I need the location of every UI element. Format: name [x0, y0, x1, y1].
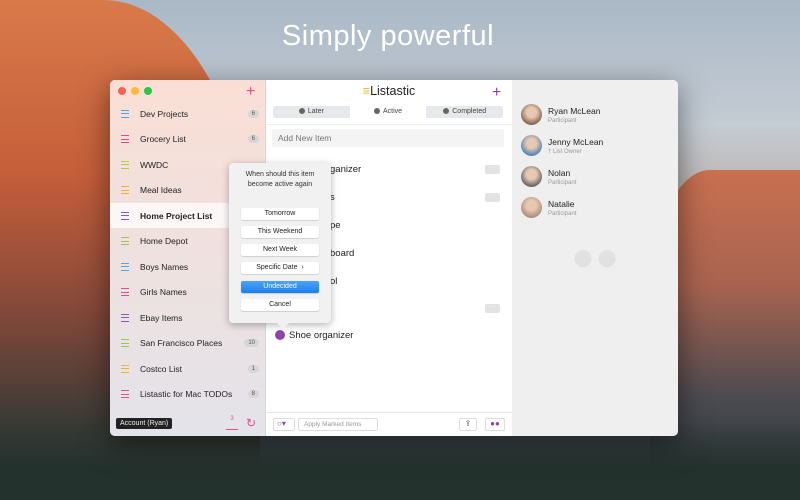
apply-marked-button[interactable]: Apply Marked Items	[298, 418, 378, 431]
sidebar-item-label: Girls Names	[140, 287, 187, 297]
item-count-badge: 1	[247, 364, 259, 373]
sidebar-item[interactable]: Grocery List 6	[110, 127, 266, 152]
close-button[interactable]	[118, 87, 126, 95]
avatar	[521, 104, 542, 125]
avatar	[521, 135, 542, 156]
logo-icon: ≡	[362, 84, 371, 98]
tab-completed[interactable]: Completed	[426, 106, 503, 118]
zoom-button[interactable]	[144, 87, 152, 95]
sidebar-item-label: Home Project List	[140, 210, 213, 221]
list-icon	[119, 313, 129, 322]
item-count-badge: 10	[244, 339, 259, 347]
list-icon	[119, 390, 129, 399]
participant[interactable]: Nolan Participant	[521, 166, 576, 187]
sidebar-item-label: Dev Projects	[140, 108, 189, 119]
participants-icon[interactable]: ●●	[485, 418, 505, 431]
check-icon	[443, 108, 450, 114]
refresh-icon[interactable]: ↻	[246, 416, 256, 430]
sidebar-item[interactable]: San Francisco Places 10	[110, 331, 266, 356]
item-more-button[interactable]: ···	[485, 192, 500, 202]
app-title: ≡Listastic	[362, 84, 416, 98]
sidebar-item[interactable]: Dev Projects 6	[110, 101, 266, 126]
list-icon	[119, 364, 129, 373]
tab-later[interactable]: Later	[273, 106, 350, 118]
option-tomorrow[interactable]: Tomorrow	[241, 208, 319, 220]
sidebar-item-label: WWDC	[140, 159, 169, 170]
sidebar-item-label: San Francisco Places	[140, 338, 223, 348]
add-item-button[interactable]: +	[492, 85, 501, 101]
list-icon	[119, 135, 129, 144]
participant-name: Natalie	[548, 198, 575, 209]
list-item[interactable]: Shoe organizer	[289, 330, 353, 341]
option-specific-date[interactable]: Specific Date ›	[241, 262, 319, 274]
participant[interactable]: Jenny McLean † List Owner	[521, 135, 603, 156]
item-count-badge: 6	[247, 109, 259, 118]
minimize-button[interactable]	[131, 87, 139, 95]
list-icon	[119, 109, 129, 118]
item-more-button[interactable]: ···	[485, 303, 500, 313]
list-item[interactable]: board	[330, 248, 354, 259]
sidebar-item-label: Home Depot	[140, 236, 188, 246]
list-item[interactable]: ganizer	[330, 164, 361, 175]
reschedule-popover: When should this item become active agai…	[229, 163, 331, 329]
app-window: + Dev Projects 6 Grocery List 6 WWDC Meal Ide…	[110, 80, 678, 436]
mark-selector[interactable]: ○▾	[273, 418, 295, 431]
participant-role: Participant	[548, 210, 577, 217]
tab-active[interactable]: Active	[349, 106, 427, 118]
window-controls	[118, 87, 152, 95]
cancel-button[interactable]: Cancel	[241, 299, 319, 311]
sidebar-item[interactable]: Costco List 1	[110, 356, 266, 381]
active-icon	[373, 108, 380, 114]
sidebar-item-label: Meal Ideas	[140, 185, 182, 195]
list-item[interactable]: pe	[330, 220, 341, 231]
participant-name: Ryan McLean	[548, 105, 601, 116]
clock-icon	[298, 108, 305, 114]
item-count-badge: 8	[247, 390, 259, 398]
share-icon[interactable]: ⇪	[459, 418, 477, 431]
list-icon	[119, 237, 129, 246]
sidebar-item-label: Ebay Items	[140, 312, 183, 323]
sidebar-item-label: Boys Names	[140, 261, 189, 272]
item-count-badge: 6	[247, 135, 259, 143]
list-icon	[119, 262, 129, 271]
list-icon	[119, 211, 129, 220]
participant-name: Jenny McLean	[548, 136, 604, 147]
option-undecided[interactable]: Undecided	[241, 281, 319, 293]
add-item-input[interactable]	[272, 129, 504, 147]
group-watermark-icon: ●●	[570, 235, 620, 279]
participant-role: Participant	[548, 117, 577, 124]
participant-role: † List Owner	[548, 148, 582, 155]
participant-role: Participant	[548, 179, 577, 186]
list-icon	[119, 186, 129, 195]
option-this-weekend[interactable]: This Weekend	[241, 226, 319, 238]
inbox-button[interactable]: 3	[226, 416, 238, 430]
sidebar-item-label: Costco List	[140, 363, 183, 374]
item-more-button[interactable]: ···	[485, 164, 500, 174]
list-item[interactable]: ol	[330, 276, 337, 287]
chevron-right-icon: ›	[301, 264, 304, 271]
participant[interactable]: Natalie Participant	[521, 197, 576, 218]
list-icon	[119, 339, 129, 348]
sidebar-item-label: Grocery List	[140, 134, 186, 144]
status-tabs: Later Active Completed	[273, 106, 503, 118]
headline: Simply powerful	[281, 20, 495, 52]
list-icon	[119, 160, 129, 169]
participant-name: Nolan	[548, 167, 571, 178]
list-footer: ○▾ Apply Marked Items ⇪ ●●	[266, 412, 512, 436]
list-icon	[119, 288, 129, 297]
account-button[interactable]: Account (Ryan)	[116, 418, 173, 429]
popover-question: When should this item become active agai…	[245, 171, 315, 188]
add-list-button[interactable]: +	[246, 84, 255, 100]
option-next-week[interactable]: Next Week	[241, 244, 319, 256]
avatar	[521, 166, 542, 187]
later-clock-icon	[275, 330, 285, 340]
participants-panel: Ryan McLean Participant Jenny McLean † List…	[512, 80, 678, 436]
participant[interactable]: Ryan McLean Participant	[521, 104, 600, 125]
sidebar-item[interactable]: Listastic for Mac TODOs 8	[110, 382, 266, 407]
sidebar-item-label: Listastic for Mac TODOs	[140, 389, 233, 399]
avatar	[521, 197, 542, 218]
sidebar-footer: Account (Ryan) 3 ↻	[110, 412, 266, 436]
inbox-count: 3	[230, 416, 234, 422]
